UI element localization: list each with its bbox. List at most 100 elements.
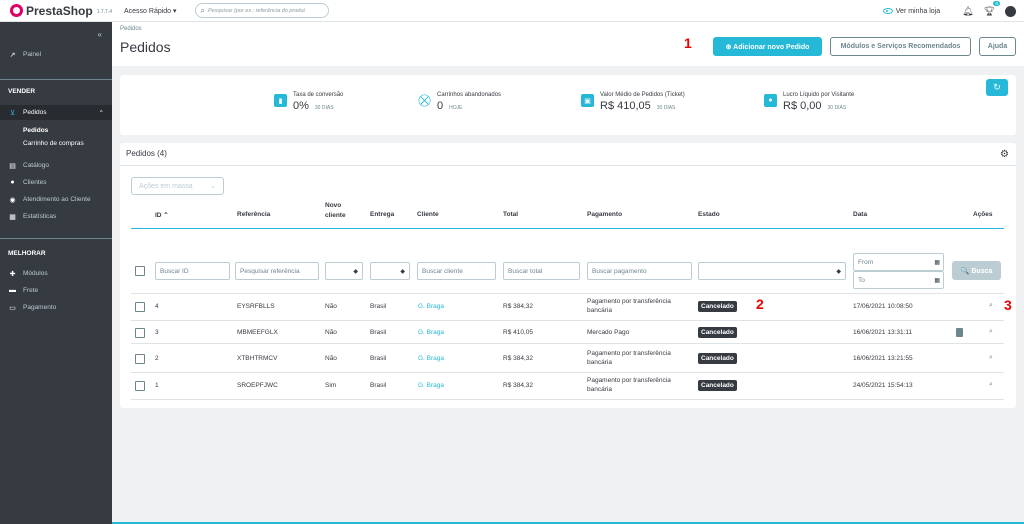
- prestashop-logo-icon: [10, 4, 23, 17]
- row-checkbox[interactable]: [135, 354, 145, 364]
- kpi-average-order[interactable]: ▣ Valor Médio de Pedidos (Ticket) R$ 410…: [581, 92, 685, 112]
- filter-total-input[interactable]: Buscar total: [503, 262, 580, 280]
- filter-pagamento-input[interactable]: Buscar pagamento: [587, 262, 692, 280]
- order-payment: Pagamento por transferência: [587, 377, 671, 384]
- breadcrumb[interactable]: Pedidos: [120, 26, 142, 32]
- chat-icon: ◉: [9, 196, 16, 204]
- logo[interactable]: PrestaShop 1.7.7.4: [10, 4, 112, 18]
- calendar-icon[interactable]: ▦: [934, 277, 940, 284]
- kpi-conversion[interactable]: ▮ Taxa de conversão 0% 30 DIAS: [274, 92, 343, 112]
- search-button[interactable]: 🔍 Busca: [952, 261, 1001, 280]
- sidebar-item-catalogo[interactable]: ▤ Catálogo: [0, 159, 112, 172]
- gear-icon[interactable]: ⚙: [1000, 149, 1009, 160]
- order-delivery: Brasil: [370, 382, 387, 389]
- column-header-entrega[interactable]: Entrega: [370, 211, 394, 218]
- table-row-divider: [131, 399, 1004, 400]
- cart-notifications-icon[interactable]: 🏆︎ 0: [984, 0, 1000, 17]
- person-card-icon: ●: [764, 94, 777, 107]
- sidebar-item-pagamento[interactable]: ▭ Pagamento: [0, 301, 112, 314]
- row-checkbox[interactable]: [135, 328, 145, 338]
- sidebar-item-label: Estatísticas: [23, 213, 57, 220]
- filter-new-customer-select[interactable]: ◆: [325, 262, 363, 280]
- order-customer-link[interactable]: G. Braga: [418, 382, 444, 389]
- filter-date-from[interactable]: From ▦: [853, 253, 944, 271]
- column-header-referencia[interactable]: Referência: [237, 211, 270, 218]
- select-all-checkbox[interactable]: [135, 266, 145, 276]
- view-order-icon[interactable]: ⌕: [989, 302, 993, 310]
- select-arrows-icon: ◆: [836, 268, 841, 275]
- collapse-sidebar-icon[interactable]: «: [98, 30, 102, 39]
- quick-access-dropdown[interactable]: Acesso Rápido ▾: [124, 7, 177, 15]
- sidebar-item-frete[interactable]: ▬ Frete: [0, 284, 112, 297]
- view-store-label: Ver minha loja: [895, 7, 941, 15]
- row-checkbox[interactable]: [135, 302, 145, 312]
- filter-referencia-input[interactable]: Pesquisar referência: [235, 262, 319, 280]
- select-arrows-icon: ◆: [400, 268, 405, 275]
- refresh-icon[interactable]: ↻: [986, 79, 1008, 96]
- section-vender: VENDER: [8, 88, 36, 95]
- view-order-icon[interactable]: ⌕: [989, 328, 993, 336]
- kpi-value: R$ 0,00: [783, 100, 822, 112]
- order-total: R$ 410,05: [503, 329, 533, 336]
- sidebar-item-modulos[interactable]: ✚ Módulos: [0, 267, 112, 280]
- status-badge[interactable]: Cancelado: [698, 353, 737, 364]
- order-date: 16/06/2021 13:31:11: [853, 329, 913, 336]
- view-order-icon[interactable]: ⌕: [989, 381, 993, 389]
- filter-id-input[interactable]: Buscar ID: [155, 262, 230, 280]
- order-date: 17/06/2021 10:08:50: [853, 303, 913, 310]
- order-id: 1: [155, 382, 159, 389]
- order-payment: Pagamento por transferência: [587, 350, 671, 357]
- kpi-abandoned-carts[interactable]: ⛒ Carrinhos abandonados 0 HOJE: [418, 92, 501, 112]
- invoice-icon[interactable]: [956, 328, 963, 337]
- bell-icon[interactable]: 🔔︎: [962, 6, 973, 17]
- order-customer-link[interactable]: G. Braga: [418, 355, 444, 362]
- submenu-carrinho[interactable]: Carrinho de compras: [23, 140, 84, 147]
- search-input[interactable]: ⌕ Pesquisar (por ex.: referência do prod…: [194, 3, 329, 18]
- filter-status-select[interactable]: ◆: [698, 262, 846, 280]
- version-label: 1.7.7.4: [96, 9, 112, 15]
- column-header-pagamento[interactable]: Pagamento: [587, 211, 622, 218]
- recommended-modules-button[interactable]: Módulos e Serviços Recomendados: [830, 37, 971, 56]
- sidebar-item-estatisticas[interactable]: ▦ Estatísticas: [0, 210, 112, 223]
- column-header-data[interactable]: Data: [853, 211, 867, 218]
- date-to-placeholder: To: [858, 276, 865, 284]
- help-button[interactable]: Ajuda: [979, 37, 1016, 56]
- filter-delivery-select[interactable]: ◆: [370, 262, 410, 280]
- column-header-cliente[interactable]: Cliente: [417, 211, 439, 218]
- column-header-novo[interactable]: Novo: [325, 202, 341, 209]
- sidebar-item-label: Painel: [23, 51, 42, 58]
- user-avatar-icon[interactable]: [1005, 5, 1016, 17]
- column-header-id[interactable]: ID ⌃: [155, 211, 169, 219]
- kpi-value: R$ 410,05: [600, 100, 651, 112]
- money-icon: ▣: [581, 94, 594, 107]
- bulk-actions-dropdown[interactable]: Ações em massa ⌄: [131, 177, 224, 195]
- status-badge[interactable]: Cancelado: [698, 380, 737, 391]
- top-bar: PrestaShop 1.7.7.4 Acesso Rápido ▾ ⌕ Pes…: [0, 0, 1024, 22]
- person-icon: ●: [10, 179, 15, 186]
- view-order-icon[interactable]: ⌕: [989, 354, 993, 362]
- status-badge[interactable]: Cancelado: [698, 327, 737, 338]
- cart-off-icon: ⛒: [418, 93, 431, 107]
- column-header-estado[interactable]: Estado: [698, 211, 720, 218]
- add-order-button[interactable]: ⊕ Adicionar novo Pedido: [713, 37, 822, 56]
- order-customer-link[interactable]: G. Braga: [418, 303, 444, 310]
- kpi-net-profit[interactable]: ● Lucro Líquido por Visitante R$ 0,00 30 …: [764, 92, 854, 112]
- view-store-link[interactable]: Ver minha loja: [882, 7, 941, 15]
- sidebar-item-atendimento[interactable]: ◉ Atendimento ao Cliente: [0, 193, 112, 206]
- submenu-pedidos[interactable]: Pedidos: [23, 127, 48, 134]
- row-checkbox[interactable]: [135, 381, 145, 391]
- sidebar-item-clientes[interactable]: ● Clientes: [0, 176, 112, 189]
- calendar-icon[interactable]: ▦: [934, 259, 940, 266]
- sidebar-item-pedidos[interactable]: ⊻ Pedidos ⌃: [0, 105, 112, 120]
- header-underline: [131, 228, 1004, 229]
- kpi-label: Lucro Líquido por Visitante: [783, 92, 855, 98]
- column-header-total[interactable]: Total: [503, 211, 518, 218]
- eye-icon: [882, 8, 893, 14]
- status-badge[interactable]: Cancelado: [698, 301, 737, 312]
- filter-cliente-input[interactable]: Buscar cliente: [417, 262, 496, 280]
- column-header-cliente-novo[interactable]: cliente: [325, 212, 346, 219]
- sidebar-item-painel[interactable]: ↗ Painel: [0, 48, 112, 61]
- basket-icon: ⊻: [9, 109, 16, 117]
- order-customer-link[interactable]: G. Braga: [418, 329, 444, 336]
- filter-date-to[interactable]: To ▦: [853, 271, 944, 289]
